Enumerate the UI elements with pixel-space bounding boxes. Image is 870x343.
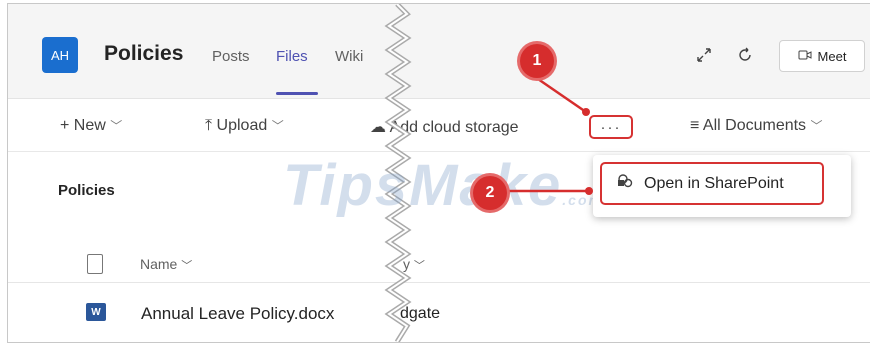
callout-badge-2: 2: [473, 176, 507, 210]
teams-window: AH Policies Posts Files Wiki Meet + New …: [7, 3, 870, 343]
callout-connectors: [506, 77, 593, 195]
callout-badge-1: 1: [520, 44, 554, 78]
